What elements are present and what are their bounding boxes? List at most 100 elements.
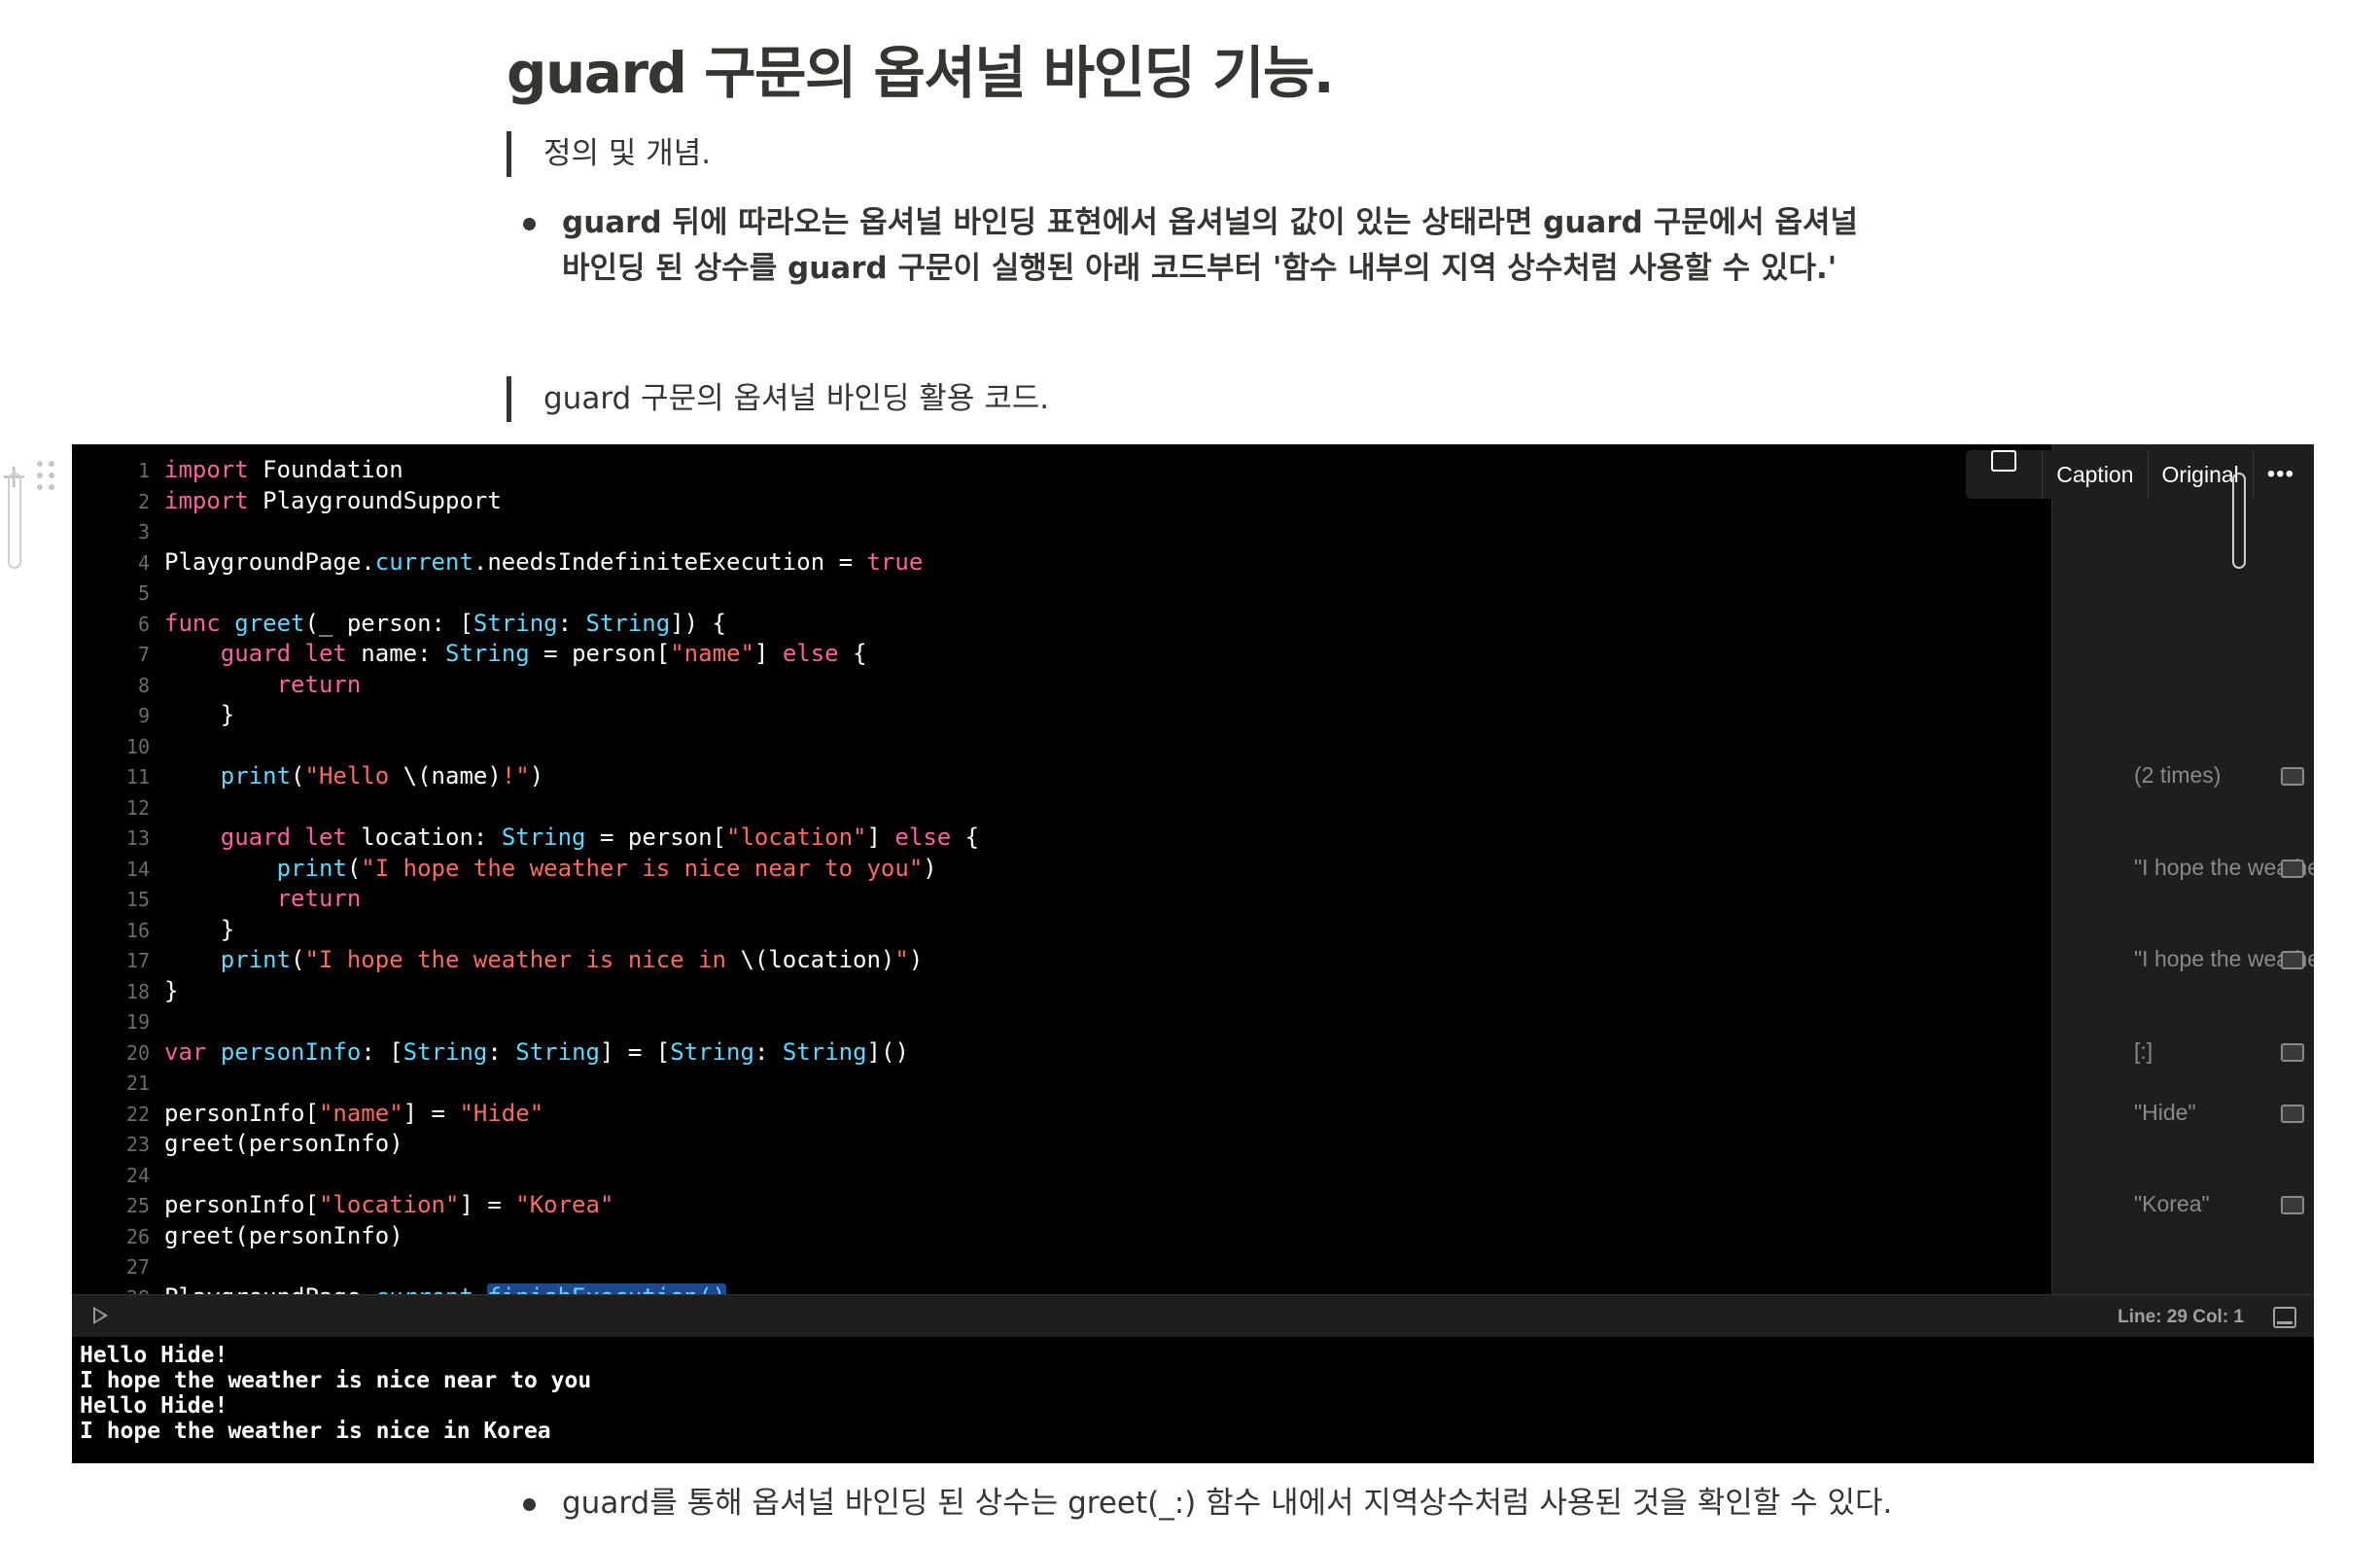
code-line: }: [164, 701, 234, 728]
code-token: }: [164, 701, 235, 728]
more-icon[interactable]: •••: [2252, 450, 2308, 499]
code-token: "name": [670, 640, 754, 667]
code-token: ] =: [459, 1191, 516, 1218]
drag-handle-icon[interactable]: [37, 459, 58, 492]
cursor-status: Line: 29 Col: 1: [2118, 1307, 2244, 1327]
code-token: String: [472, 609, 558, 637]
code-token: String: [515, 1037, 600, 1066]
line-number: 1: [137, 459, 150, 482]
code-token: ]: [753, 640, 783, 667]
block-toolbar: Caption Original •••: [1966, 450, 2308, 499]
result-view-icon[interactable]: [2281, 1196, 2304, 1214]
code-token: else: [894, 824, 952, 851]
result-view-icon[interactable]: [2281, 1104, 2304, 1123]
line-number: 16: [125, 918, 150, 942]
bullet-conclusion: guard를 통해 옵셔널 바인딩 된 상수는 greet(_:) 함수 내에서…: [562, 1486, 1893, 1521]
line-number: 21: [125, 1071, 150, 1095]
line-number: 15: [125, 888, 150, 911]
result-view-icon[interactable]: [2281, 767, 2304, 786]
code-token: import: [164, 486, 249, 514]
resize-handle-right[interactable]: [2232, 473, 2246, 569]
console-line: I hope the weather is nice in Korea: [80, 1419, 551, 1444]
code-token: (: [346, 854, 362, 882]
line-number: 13: [125, 826, 150, 850]
result-view-icon[interactable]: [2281, 951, 2304, 969]
code-editor[interactable]: 1 2 3 4 5 6 7 8 9 10 11 12 13 14 15 16 17 18 19 20 21 22 23 24 2…: [72, 444, 2051, 1311]
code-line: guard let location: String = person["loc…: [164, 824, 979, 851]
code-token: greet(personInfo): [164, 1130, 403, 1157]
code-token: let: [304, 640, 347, 667]
code-line: personInfo["name"] = "Hide": [164, 1100, 543, 1127]
code-line: PlaygroundPage.current.needsIndefiniteEx…: [164, 548, 923, 576]
bullet-dot: [523, 218, 536, 230]
code-token: ): [923, 854, 937, 882]
result-view-icon[interactable]: [2281, 859, 2304, 878]
code-token: personInfo[: [164, 1191, 319, 1218]
code-token: "Hello: [304, 762, 403, 790]
code-token: ](): [866, 1037, 909, 1066]
code-token: String: [782, 1037, 867, 1066]
code-token: guard: [220, 824, 292, 851]
code-token: "I hope the weather is nice in: [304, 946, 741, 973]
line-number: 3: [137, 520, 150, 544]
code-line: personInfo["location"] = "Korea": [164, 1191, 613, 1218]
code-token: personInfo[: [164, 1099, 319, 1127]
line-number: 17: [125, 949, 150, 972]
result-view-icon[interactable]: [2281, 1042, 2304, 1062]
code-token: ): [908, 946, 924, 973]
code-token: String: [501, 824, 586, 851]
code-line: func greet(_ person: [String: String]) {: [164, 610, 726, 637]
line-number: 23: [125, 1133, 150, 1156]
console-toggle-icon[interactable]: [2273, 1307, 2296, 1328]
line-number: 4: [137, 550, 150, 575]
code-token: "location": [318, 1191, 460, 1218]
code-token: \(location): [740, 946, 895, 973]
run-icon[interactable]: [93, 1307, 108, 1324]
results-sidebar: (2 times)"I hope the weather..."I hope t…: [2051, 444, 2314, 1294]
code-token: (: [291, 946, 305, 973]
code-token: greet(personInfo): [164, 1221, 403, 1249]
line-number: 22: [125, 1102, 150, 1126]
code-token: location:: [346, 824, 502, 851]
code-token: = person[: [585, 824, 727, 851]
code-token: : [: [361, 1037, 403, 1066]
code-token: "Hide": [459, 1099, 544, 1127]
code-token: ): [529, 762, 544, 790]
line-number: 14: [125, 857, 150, 881]
line-number: 19: [125, 1010, 150, 1034]
caption-button[interactable]: Caption: [2042, 450, 2147, 499]
code-token: String: [585, 609, 671, 637]
code-image-block[interactable]: 1 2 3 4 5 6 7 8 9 10 11 12 13 14 15 16 17 18 19 20 21 22 23 24 2…: [72, 444, 2314, 1463]
code-token: guard: [220, 640, 292, 667]
code-token: (: [291, 762, 305, 790]
code-line: print("Hello \(name)!"): [164, 762, 543, 790]
code-token: PlaygroundPage.: [164, 547, 375, 576]
code-line: greet(personInfo): [164, 1222, 403, 1249]
code-token: !": [501, 762, 530, 790]
line-number: 24: [125, 1163, 150, 1187]
console-line: Hello Hide!: [80, 1393, 228, 1419]
run-bar: Line: 29 Col: 1: [72, 1294, 2314, 1338]
code-token: "Korea": [515, 1191, 614, 1218]
code-token: String: [445, 640, 530, 667]
code-token: = person[: [529, 640, 671, 667]
console-line: I hope the weather is nice near to you: [80, 1368, 592, 1393]
code-token: import: [164, 456, 249, 483]
code-token: personInfo: [220, 1037, 362, 1066]
code-token: else: [782, 640, 839, 667]
line-number: 11: [125, 765, 150, 789]
code-line: return: [164, 885, 362, 912]
line-number: 27: [125, 1255, 150, 1279]
code-token: Foundation: [248, 456, 403, 483]
code-token: }: [164, 976, 179, 1004]
code-line: return: [164, 671, 362, 698]
resize-handle-left[interactable]: [8, 473, 21, 569]
code-token: {: [951, 824, 980, 851]
code-token: true: [866, 547, 924, 576]
code-token: name:: [346, 640, 446, 667]
comment-button[interactable]: [1966, 450, 2042, 499]
